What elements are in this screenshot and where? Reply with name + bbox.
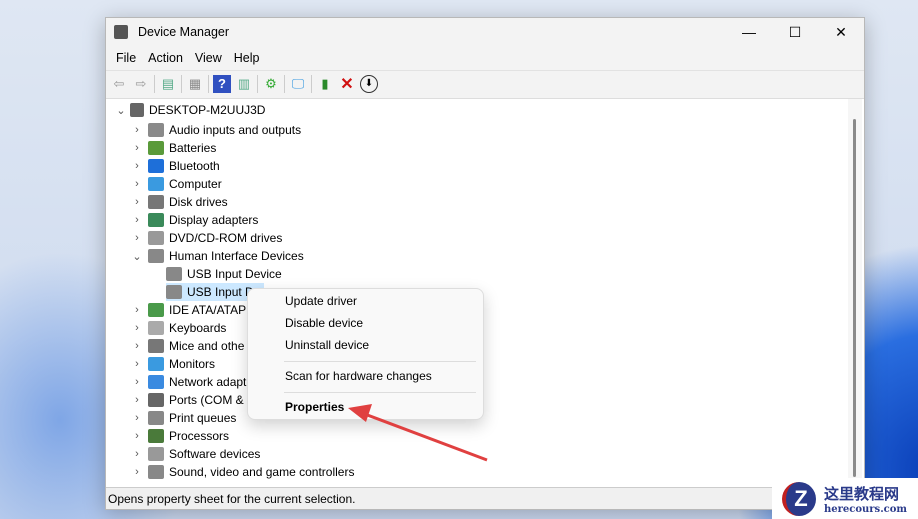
watermark-title: 这里教程网 xyxy=(824,484,900,503)
arrow-head xyxy=(348,404,372,422)
annotation-arrow xyxy=(348,404,488,462)
logo-z-icon: Z xyxy=(782,481,816,516)
arrow-shaft xyxy=(361,411,488,462)
watermark-logo: Z 这里教程网 herecours.com xyxy=(772,478,918,519)
watermark-url: herecours.com xyxy=(824,503,908,515)
